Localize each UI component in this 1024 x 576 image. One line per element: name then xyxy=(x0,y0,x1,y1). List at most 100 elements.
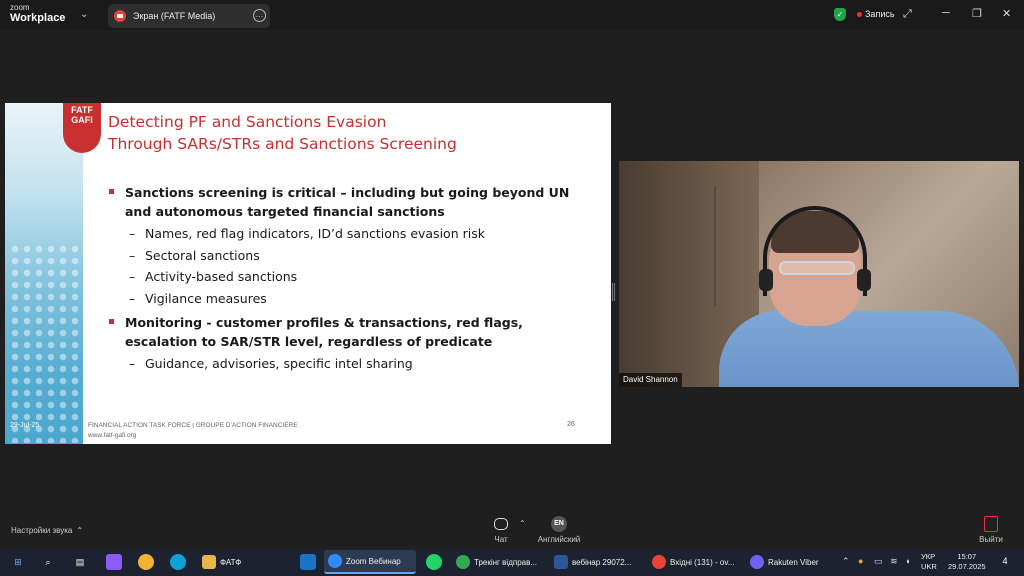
recording-dot-icon xyxy=(857,12,862,18)
leave-button[interactable]: Выйти xyxy=(976,516,1006,544)
chrome-canary-icon[interactable] xyxy=(138,554,154,570)
shared-slide: 29-Jul-25 FATF GAFI Detecting PF and San… xyxy=(5,103,611,444)
copilot-icon[interactable] xyxy=(106,554,122,570)
sound-settings-label: Настройки звука xyxy=(11,526,73,535)
slide-footer-date: 29-Jul-25 xyxy=(10,422,40,429)
maximize-icon[interactable]: ❐ xyxy=(972,7,982,20)
search-icon[interactable]: ⌕ xyxy=(40,554,56,570)
minimize-icon[interactable]: ─ xyxy=(942,7,950,19)
chrome-icon xyxy=(456,555,470,569)
viber-icon xyxy=(750,555,764,569)
language-icon: EN xyxy=(551,516,567,532)
chrome-icon xyxy=(652,555,666,569)
windows-taskbar: ⊞ ⌕ ▤ ФАТФ Zoom Вебинар Трекінг відправ.… xyxy=(0,548,1024,576)
close-icon[interactable]: ✕ xyxy=(1002,7,1011,20)
fatf-logo-line2: GAFI xyxy=(71,115,93,125)
taskbar-app-label: Zoom Вебинар xyxy=(346,556,401,566)
outlook-icon[interactable] xyxy=(300,554,316,570)
taskbar-app-label: вебінар 29072... xyxy=(572,557,632,567)
taskbar-app-tracking[interactable]: Трекінг відправ... xyxy=(452,550,544,574)
fatf-logo: FATF GAFI xyxy=(63,103,101,153)
slide-side-panel: 29-Jul-25 xyxy=(5,103,83,444)
task-view-icon[interactable]: ▤ xyxy=(72,554,88,570)
sub-bullet: Activity-based sanctions xyxy=(109,266,579,288)
chevron-up-icon[interactable]: ⌃ xyxy=(519,519,526,528)
logo-text-bottom: Workplace xyxy=(10,12,66,24)
clock-time: 15:07 xyxy=(957,552,977,561)
screen-share-tab-label: Экран (FATF Media) xyxy=(133,11,216,21)
slide-dot-pattern xyxy=(9,243,81,443)
wifi-icon[interactable]: ≋ xyxy=(890,556,898,567)
screen-share-icon xyxy=(114,10,126,22)
chat-icon xyxy=(494,518,508,530)
recording-indicator[interactable]: Запись xyxy=(857,9,895,19)
participant-video[interactable] xyxy=(619,161,1019,387)
tray-app-icon[interactable]: ● xyxy=(858,556,863,566)
more-icon[interactable]: … xyxy=(253,9,266,22)
title-bar: zoom Workplace ⌄ Экран (FATF Media) … ✓ … xyxy=(0,0,1024,30)
whatsapp-icon[interactable] xyxy=(426,554,442,570)
chevron-up-icon[interactable]: ⌃ xyxy=(842,556,850,567)
taskbar-clock[interactable]: 15:07 29.07.2025 xyxy=(948,552,986,572)
logo-text-top: zoom xyxy=(10,3,30,12)
taskbar-app-viber[interactable]: Rakuten Viber xyxy=(746,550,832,574)
sound-settings-button[interactable]: Настройки звука ⌃ xyxy=(11,526,83,535)
slide-title-line1: Detecting PF and Sanctions Evasion xyxy=(108,113,387,131)
sub-bullet: Names, red flag indicators, ID’d sanctio… xyxy=(109,223,579,245)
slide-footer: FINANCIAL ACTION TASK FORCE | GROUPE D’A… xyxy=(88,421,298,441)
language-short: УКР xyxy=(921,552,936,561)
slide-page-number: 26 xyxy=(567,421,575,428)
chevron-up-icon: ⌃ xyxy=(76,526,84,535)
taskbar-app-label: Вхідні (131) - ov... xyxy=(670,557,735,567)
shield-icon[interactable]: ✓ xyxy=(834,8,846,21)
taskbar-app-zoom[interactable]: Zoom Вебинар xyxy=(324,550,416,574)
folder-icon xyxy=(202,555,216,569)
word-icon xyxy=(554,555,568,569)
zoom-workplace-logo[interactable]: zoom Workplace xyxy=(10,4,65,24)
slide-title: Detecting PF and Sanctions Evasion Throu… xyxy=(108,111,457,155)
fatf-logo-line1: FATF xyxy=(71,105,93,115)
taskbar-app-label: Rakuten Viber xyxy=(768,557,819,567)
chevron-down-icon[interactable]: ⌄ xyxy=(80,9,88,20)
headset-earcup-left xyxy=(759,269,773,291)
taskbar-app-label: ФАТФ xyxy=(220,557,242,567)
participant-name-tag: David Shannon xyxy=(619,373,682,387)
taskbar-app-word[interactable]: вебінар 29072... xyxy=(550,550,642,574)
input-language[interactable]: УКР UKR xyxy=(921,552,937,572)
zoom-icon xyxy=(328,554,342,568)
battery-icon[interactable]: ▭ xyxy=(874,556,883,567)
taskbar-app-label: Трекінг відправ... xyxy=(474,557,538,567)
chat-button[interactable]: Чат xyxy=(490,518,512,544)
bullet-sanctions-screening: Sanctions screening is critical – includ… xyxy=(109,183,579,221)
taskbar-app-mail[interactable]: Вхідні (131) - ov... xyxy=(648,550,740,574)
screen-share-tab[interactable]: Экран (FATF Media) … xyxy=(108,4,270,28)
chat-label: Чат xyxy=(494,535,508,544)
taskbar-app-fatf[interactable]: ФАТФ xyxy=(198,550,290,574)
interpretation-button[interactable]: EN Английский xyxy=(533,516,585,544)
volume-icon[interactable]: ◖ xyxy=(905,556,910,566)
slide-footer-url: www.fatf-gafi.org xyxy=(88,432,137,439)
sub-bullet: Guidance, advisories, specific intel sha… xyxy=(109,353,579,375)
sub-bullet: Vigilance measures xyxy=(109,288,579,310)
notifications-icon[interactable]: 4 xyxy=(997,553,1013,569)
slide-title-line2: Through SARs/STRs and Sanctions Screenin… xyxy=(108,135,457,153)
notification-count: 4 xyxy=(1002,556,1008,566)
language-code: UKR xyxy=(921,562,937,571)
edge-icon[interactable] xyxy=(170,554,186,570)
clock-date: 29.07.2025 xyxy=(948,562,986,571)
participant-shirt xyxy=(719,311,1019,387)
headset-earcup-right xyxy=(857,269,871,291)
slide-footer-org: FINANCIAL ACTION TASK FORCE | GROUPE D’A… xyxy=(88,422,298,429)
bullet-monitoring: Monitoring - customer profiles & transac… xyxy=(109,313,579,351)
split-divider-handle[interactable] xyxy=(612,283,615,301)
headset-icon xyxy=(763,206,867,296)
expand-icon[interactable]: ⤢ xyxy=(903,8,912,21)
sub-bullet: Sectoral sanctions xyxy=(109,245,579,267)
leave-label: Выйти xyxy=(979,535,1003,544)
exit-icon xyxy=(984,516,998,532)
slide-bullets: Sanctions screening is critical – includ… xyxy=(109,183,579,375)
interpretation-label: Английский xyxy=(537,535,581,544)
video-background-frame xyxy=(714,186,716,306)
recording-label: Запись xyxy=(865,9,895,19)
windows-start-icon[interactable]: ⊞ xyxy=(10,554,26,570)
